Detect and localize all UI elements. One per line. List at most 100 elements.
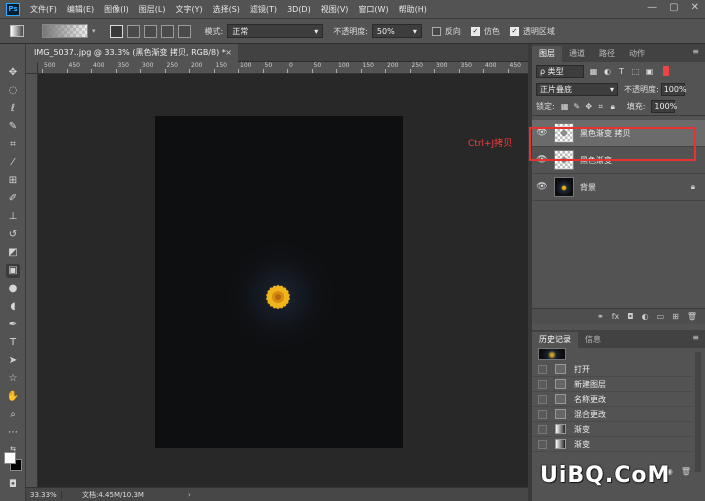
transparency-checkbox[interactable]: ✓ — [509, 26, 519, 36]
angle-gradient-button[interactable] — [143, 24, 157, 38]
maximize-button[interactable]: ▢ — [669, 2, 678, 13]
mode-select[interactable]: 正常 ▾ — [227, 24, 324, 38]
menu-filter[interactable]: 滤镜(T) — [250, 4, 277, 15]
menu-edit[interactable]: 编辑(E) — [67, 4, 94, 15]
reverse-checkbox[interactable] — [431, 26, 441, 36]
visibility-eye-icon[interactable]: 👁︎ — [534, 182, 550, 192]
history-brush-source-box[interactable] — [538, 409, 547, 419]
lock-transparent-icon[interactable]: ▦ — [561, 102, 569, 111]
filter-type-icon[interactable]: T — [617, 67, 626, 76]
diamond-gradient-button[interactable] — [177, 24, 191, 38]
dither-checkbox[interactable]: ✓ — [470, 26, 480, 36]
new-layer-icon[interactable]: ⊞ — [672, 312, 679, 321]
history-brush-source-box[interactable] — [538, 394, 547, 404]
add-mask-icon[interactable]: ◘ — [627, 312, 633, 321]
marquee-tool-icon[interactable]: ◌ — [6, 84, 20, 98]
status-menu-arrow-icon[interactable]: › — [188, 491, 191, 499]
eyedropper-tool-icon[interactable]: ⁄ — [6, 156, 20, 170]
fill-input[interactable]: 100% — [651, 100, 677, 113]
minimize-button[interactable]: — — [647, 2, 657, 13]
history-scrollbar[interactable] — [695, 352, 701, 472]
blend-mode-select[interactable]: 正片叠底 ▾ — [536, 82, 618, 96]
pen-tool-icon[interactable]: ✒ — [6, 318, 20, 332]
menu-layer[interactable]: 图层(L) — [139, 4, 166, 15]
history-brush-source-box[interactable] — [538, 379, 547, 389]
foreground-color-swatch[interactable] — [4, 452, 16, 464]
quick-select-tool-icon[interactable]: ✎ — [6, 120, 20, 134]
history-snapshot-thumbnail[interactable] — [538, 348, 566, 360]
filter-adjustment-icon[interactable]: ◐ — [603, 67, 612, 76]
close-window-button[interactable]: ✕ — [691, 2, 699, 13]
menu-select[interactable]: 选择(S) — [213, 4, 240, 15]
more-tools-icon[interactable]: ⋯ — [6, 426, 20, 440]
panel-menu-icon[interactable]: ≡ — [692, 47, 699, 56]
layer-style-icon[interactable]: fx — [612, 312, 620, 321]
eraser-tool-icon[interactable]: ◩ — [6, 246, 20, 260]
lasso-tool-icon[interactable]: ℓ — [6, 102, 20, 116]
opacity-input[interactable]: 50% ▾ — [371, 24, 422, 38]
path-selection-tool-icon[interactable]: ➤ — [6, 354, 20, 368]
history-item[interactable]: 渐变 — [532, 422, 692, 437]
menu-view[interactable]: 视图(V) — [321, 4, 349, 15]
panel-menu-icon[interactable]: ≡ — [692, 333, 699, 342]
move-tool-icon[interactable]: ✥ — [6, 66, 20, 80]
menu-help[interactable]: 帮助(H) — [399, 4, 427, 15]
healing-brush-tool-icon[interactable]: ⊞ — [6, 174, 20, 188]
layer-filter-select[interactable]: ρ 类型 — [536, 64, 584, 78]
new-group-icon[interactable]: ▭ — [657, 312, 665, 321]
brush-tool-icon[interactable]: ✐ — [6, 192, 20, 206]
delete-state-icon[interactable]: 🗑︎ — [681, 467, 691, 476]
lock-image-icon[interactable]: ✎ — [573, 102, 581, 111]
dodge-tool-icon[interactable]: ◖ — [6, 300, 20, 314]
zoom-tool-icon[interactable]: ⌕ — [6, 408, 20, 422]
menu-file[interactable]: 文件(F) — [30, 4, 57, 15]
close-tab-icon[interactable]: × — [225, 44, 232, 62]
lock-all-icon[interactable]: 🔒︎ — [609, 102, 617, 112]
reflected-gradient-button[interactable] — [160, 24, 174, 38]
tab-channels[interactable]: 通道 — [562, 46, 592, 62]
gradient-tool-preset-icon[interactable] — [10, 25, 24, 37]
menu-type[interactable]: 文字(Y) — [175, 4, 202, 15]
filter-toggle[interactable] — [663, 66, 669, 76]
type-tool-icon[interactable]: T — [6, 336, 20, 350]
history-item[interactable]: 混合更改 — [532, 407, 692, 422]
adjustment-layer-icon[interactable]: ◐ — [642, 312, 649, 321]
menu-image[interactable]: 图像(I) — [104, 4, 129, 15]
clone-stamp-tool-icon[interactable]: ⊥ — [6, 210, 20, 224]
tab-layers[interactable]: 图层 — [532, 46, 562, 62]
hand-tool-icon[interactable]: ✋ — [6, 390, 20, 404]
gradient-tool-icon[interactable]: ▣ — [6, 264, 20, 278]
menu-window[interactable]: 窗口(W) — [358, 4, 388, 15]
history-brush-source-box[interactable] — [538, 424, 547, 434]
history-item[interactable]: 名称更改 — [532, 392, 692, 407]
gradient-picker-swatch[interactable] — [42, 24, 88, 38]
filter-smart-icon[interactable]: ▣ — [645, 67, 654, 76]
canvas-area[interactable] — [38, 74, 528, 487]
layer-row[interactable]: 👁︎ 背景 🔒︎ — [532, 174, 705, 201]
link-layers-icon[interactable]: ⚭ — [597, 312, 604, 321]
history-item[interactable]: 打开 — [532, 362, 692, 377]
tab-actions[interactable]: 动作 — [622, 46, 652, 62]
filter-pixel-icon[interactable]: ▦ — [589, 67, 598, 76]
quick-mask-icon[interactable]: ◘ — [6, 478, 20, 492]
document-tab[interactable]: IMG_5037..jpg @ 33.3% (黑色渐变 拷贝, RGB/8) *… — [26, 44, 238, 62]
menu-3d[interactable]: 3D(D) — [287, 5, 311, 14]
history-item[interactable]: 新建图层 — [532, 377, 692, 392]
blur-tool-icon[interactable]: ● — [6, 282, 20, 296]
history-brush-tool-icon[interactable]: ↺ — [6, 228, 20, 242]
lock-position-icon[interactable]: ✥ — [585, 102, 593, 111]
linear-gradient-button[interactable] — [109, 24, 123, 38]
history-item[interactable]: 渐变 — [532, 437, 692, 452]
delete-layer-icon[interactable]: 🗑︎ — [687, 312, 697, 321]
tab-info[interactable]: 信息 — [578, 332, 608, 348]
shape-tool-icon[interactable]: ☆ — [6, 372, 20, 386]
tab-history[interactable]: 历史记录 — [532, 332, 578, 348]
layer-opacity-input[interactable]: 100% — [660, 82, 687, 96]
history-brush-source-box[interactable] — [538, 364, 547, 374]
crop-tool-icon[interactable]: ⌗ — [6, 138, 20, 152]
lock-artboard-icon[interactable]: ⌗ — [597, 102, 605, 112]
chevron-down-icon[interactable]: ▾ — [92, 27, 96, 35]
radial-gradient-button[interactable] — [126, 24, 140, 38]
filter-shape-icon[interactable]: ⬚ — [631, 67, 640, 76]
tab-paths[interactable]: 路径 — [592, 46, 622, 62]
